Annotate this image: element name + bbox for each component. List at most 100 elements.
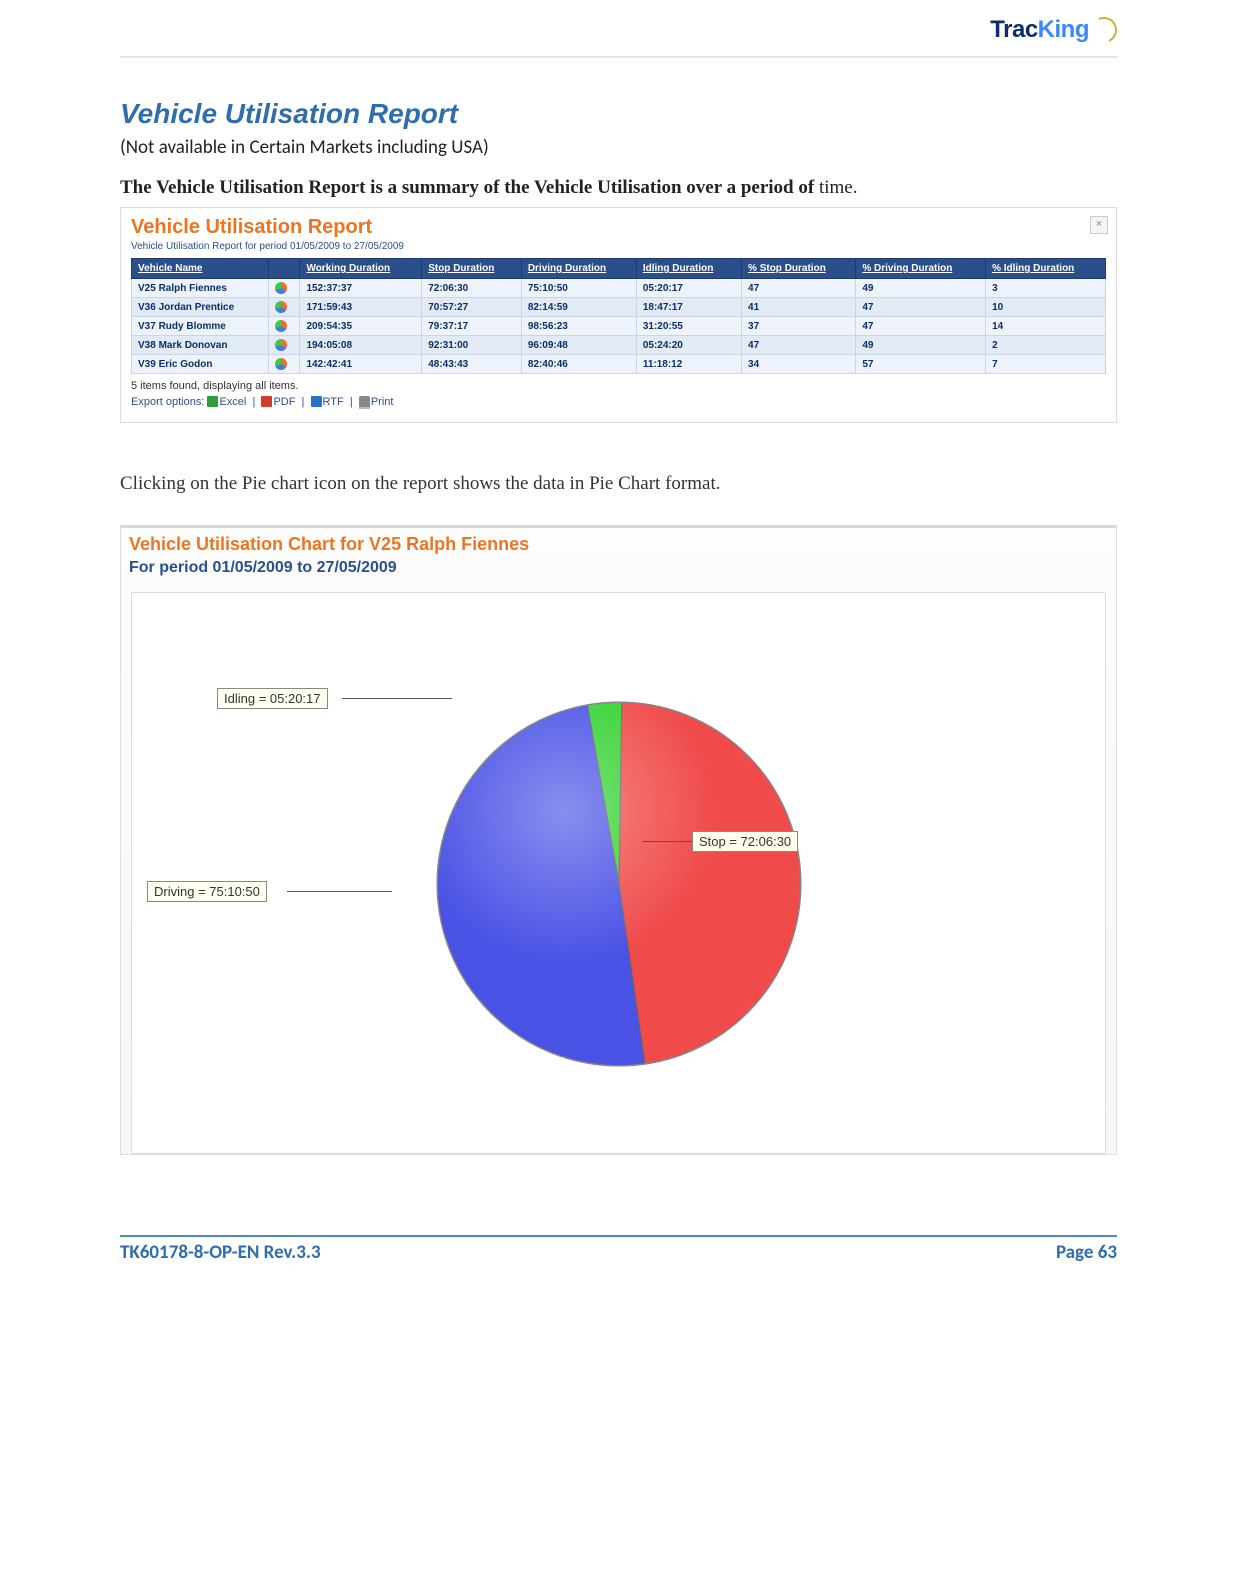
export-excel-link[interactable]: Excel xyxy=(219,396,246,408)
annotation-stop-line xyxy=(642,841,692,842)
table-cell: 79:37:17 xyxy=(422,317,522,336)
table-cell: 72:06:30 xyxy=(422,279,522,298)
table-cell: 98:56:23 xyxy=(521,317,636,336)
table-cell: V38 Mark Donovan xyxy=(132,336,269,355)
table-cell: 75:10:50 xyxy=(521,279,636,298)
table-cell: 14 xyxy=(986,317,1106,336)
table-cell: 34 xyxy=(742,355,856,374)
table-cell: 3 xyxy=(986,279,1106,298)
chart-period: For period 01/05/2009 to 27/05/2009 xyxy=(129,559,1108,577)
col-working-duration[interactable]: Working Duration xyxy=(300,259,422,279)
col-idling-duration[interactable]: Idling Duration xyxy=(636,259,741,279)
header-divider xyxy=(120,56,1117,58)
table-cell: 47 xyxy=(742,279,856,298)
col-pct-driving[interactable]: % Driving Duration xyxy=(856,259,986,279)
col-pct-stop[interactable]: % Stop Duration xyxy=(742,259,856,279)
table-cell: 7 xyxy=(986,355,1106,374)
pie-chart-icon[interactable] xyxy=(275,282,287,294)
col-chart-icon xyxy=(269,259,300,279)
pie-chart-icon[interactable] xyxy=(275,301,287,313)
table-cell: V37 Rudy Blomme xyxy=(132,317,269,336)
table-cell: 05:20:17 xyxy=(636,279,741,298)
table-cell: 10 xyxy=(986,298,1106,317)
footer-right: Page 63 xyxy=(1056,1241,1117,1264)
table-cell: 49 xyxy=(856,336,986,355)
table-cell: 82:40:46 xyxy=(521,355,636,374)
mid-text: Clicking on the Pie chart icon on the re… xyxy=(120,473,1117,495)
export-options: Export options: Excel | PDF | RTF | Prin… xyxy=(131,396,1106,408)
pie-chart-icon[interactable] xyxy=(275,358,287,370)
annotation-idling-line xyxy=(342,698,452,699)
table-cell: 194:05:08 xyxy=(300,336,422,355)
export-prefix: Export options: xyxy=(131,396,207,408)
footer-divider xyxy=(120,1235,1117,1237)
table-cell: 209:54:35 xyxy=(300,317,422,336)
table-cell: 31:20:55 xyxy=(636,317,741,336)
table-cell[interactable] xyxy=(269,355,300,374)
table-cell: V36 Jordan Prentice xyxy=(132,298,269,317)
table-cell: 171:59:43 xyxy=(300,298,422,317)
pdf-icon xyxy=(261,396,272,407)
annotation-idling: Idling = 05:20:17 xyxy=(217,688,328,709)
table-cell: 2 xyxy=(986,336,1106,355)
table-row: V37 Rudy Blomme 209:54:3579:37:1798:56:23… xyxy=(132,317,1106,336)
annotation-driving-line xyxy=(287,891,392,892)
table-cell: 05:24:20 xyxy=(636,336,741,355)
chart-title: Vehicle Utilisation Chart for V25 Ralph … xyxy=(129,534,1108,555)
table-cell: 48:43:43 xyxy=(422,355,522,374)
col-stop-duration[interactable]: Stop Duration xyxy=(422,259,522,279)
table-row: V39 Eric Godon 142:42:4148:43:4382:40:461… xyxy=(132,355,1106,374)
rtf-icon xyxy=(311,396,322,407)
close-button[interactable]: × xyxy=(1090,216,1108,234)
table-cell: V39 Eric Godon xyxy=(132,355,269,374)
col-driving-duration[interactable]: Driving Duration xyxy=(521,259,636,279)
chart-frame: Idling = 05:20:17 Stop = 72:06:30 Drivin… xyxy=(131,592,1106,1154)
pie-chart-icon[interactable] xyxy=(275,339,287,351)
table-cell: 82:14:59 xyxy=(521,298,636,317)
table-cell: 18:47:17 xyxy=(636,298,741,317)
report-screenshot: × Vehicle Utilisation Report Vehicle Uti… xyxy=(120,207,1117,423)
report-table: Vehicle Name Working Duration Stop Durat… xyxy=(131,258,1106,374)
report-count: 5 items found, displaying all items. xyxy=(131,380,1106,392)
logo: TracKing xyxy=(990,16,1117,44)
table-cell: 96:09:48 xyxy=(521,336,636,355)
export-rtf-link[interactable]: RTF xyxy=(323,396,344,408)
pie-chart xyxy=(419,684,819,1084)
annotation-driving: Driving = 75:10:50 xyxy=(147,881,267,902)
page-subtitle: (Not available in Certain Markets includ… xyxy=(120,136,1117,159)
chart-screenshot: Vehicle Utilisation Chart for V25 Ralph … xyxy=(120,525,1117,1155)
table-cell[interactable] xyxy=(269,317,300,336)
table-cell: 57 xyxy=(856,355,986,374)
pie-chart-icon[interactable] xyxy=(275,320,287,332)
lead-text: The Vehicle Utilisation Report is a summ… xyxy=(120,177,1117,199)
table-cell: 70:57:27 xyxy=(422,298,522,317)
logo-part1: Trac xyxy=(990,16,1037,44)
table-cell: 152:37:37 xyxy=(300,279,422,298)
export-pdf-link[interactable]: PDF xyxy=(273,396,295,408)
table-cell[interactable] xyxy=(269,279,300,298)
table-cell: 92:31:00 xyxy=(422,336,522,355)
table-cell: 47 xyxy=(856,317,986,336)
col-vehicle-name[interactable]: Vehicle Name xyxy=(132,259,269,279)
page-footer: TK60178-8-OP-EN Rev.3.3 Page 63 xyxy=(120,1241,1117,1264)
print-icon xyxy=(359,396,370,407)
lead-bold: The Vehicle Utilisation Report is a summ… xyxy=(120,177,819,198)
table-cell[interactable] xyxy=(269,336,300,355)
table-cell[interactable] xyxy=(269,298,300,317)
page-title: Vehicle Utilisation Report xyxy=(120,98,1117,130)
header-logo-area: TracKing xyxy=(120,10,1117,50)
table-cell: 41 xyxy=(742,298,856,317)
table-cell: 47 xyxy=(856,298,986,317)
table-cell: 11:18:12 xyxy=(636,355,741,374)
table-cell: 47 xyxy=(742,336,856,355)
logo-part2: King xyxy=(1038,16,1089,44)
lead-tail: time. xyxy=(819,177,858,198)
export-print-link[interactable]: Print xyxy=(371,396,394,408)
annotation-stop: Stop = 72:06:30 xyxy=(692,831,798,852)
table-cell: 49 xyxy=(856,279,986,298)
excel-icon xyxy=(207,396,218,407)
table-cell: 142:42:41 xyxy=(300,355,422,374)
table-row: V38 Mark Donovan 194:05:0892:31:0096:09:4… xyxy=(132,336,1106,355)
report-subheading: Vehicle Utilisation Report for period 01… xyxy=(131,241,1106,252)
col-pct-idling[interactable]: % Idling Duration xyxy=(986,259,1106,279)
